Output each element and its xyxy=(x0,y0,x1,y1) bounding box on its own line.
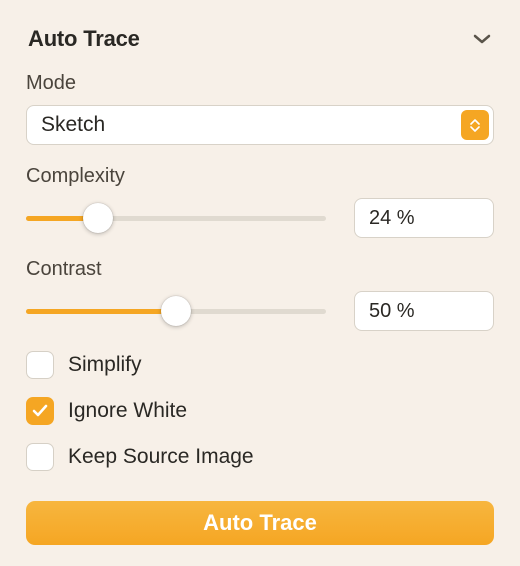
simplify-checkbox[interactable] xyxy=(26,351,54,379)
mode-label: Mode xyxy=(26,72,494,95)
keep-source-label: Keep Source Image xyxy=(68,445,254,469)
simplify-checkbox-row[interactable]: Simplify xyxy=(26,351,494,379)
ignore-white-checkbox-row[interactable]: Ignore White xyxy=(26,397,494,425)
panel-title: Auto Trace xyxy=(28,26,140,52)
keep-source-checkbox[interactable] xyxy=(26,443,54,471)
ignore-white-label: Ignore White xyxy=(68,399,187,423)
complexity-input[interactable]: 24 % xyxy=(354,198,494,238)
complexity-group: Complexity 24 % xyxy=(26,165,494,238)
complexity-value: 24 % xyxy=(369,207,415,230)
auto-trace-button[interactable]: Auto Trace xyxy=(26,501,494,545)
ignore-white-checkbox[interactable] xyxy=(26,397,54,425)
simplify-label: Simplify xyxy=(68,353,142,377)
mode-selected-value: Sketch xyxy=(41,113,105,137)
panel-header: Auto Trace xyxy=(26,26,494,52)
chevron-up-icon xyxy=(470,119,480,125)
mode-stepper[interactable] xyxy=(461,110,489,140)
checkbox-list: Simplify Ignore White Keep Source Image xyxy=(26,351,494,471)
contrast-label: Contrast xyxy=(26,258,494,281)
contrast-input[interactable]: 50 % xyxy=(354,291,494,331)
contrast-value: 50 % xyxy=(369,300,415,323)
keep-source-checkbox-row[interactable]: Keep Source Image xyxy=(26,443,494,471)
slider-thumb[interactable] xyxy=(161,296,191,326)
check-icon xyxy=(32,404,48,418)
contrast-slider[interactable] xyxy=(26,296,326,326)
complexity-label: Complexity xyxy=(26,165,494,188)
slider-thumb[interactable] xyxy=(83,203,113,233)
auto-trace-button-label: Auto Trace xyxy=(203,510,317,536)
slider-fill xyxy=(26,309,176,314)
chevron-down-icon xyxy=(473,33,491,45)
collapse-toggle[interactable] xyxy=(472,29,492,49)
chevron-down-icon xyxy=(470,126,480,132)
contrast-group: Contrast 50 % xyxy=(26,258,494,331)
mode-select[interactable]: Sketch xyxy=(26,105,494,145)
complexity-slider[interactable] xyxy=(26,203,326,233)
